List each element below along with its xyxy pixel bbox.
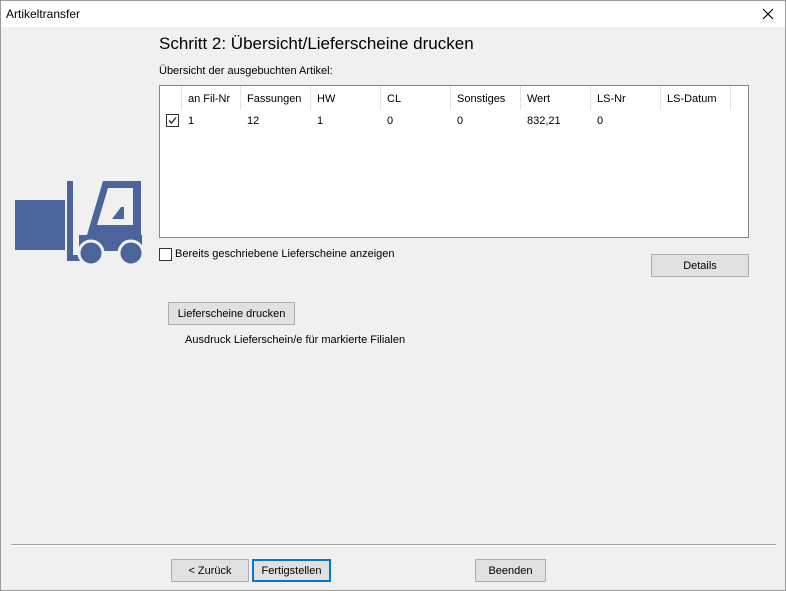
column-header-hw[interactable]: HW (311, 86, 381, 110)
list-header: an Fil-Nr Fassungen HW CL Sonstiges Wert… (160, 86, 748, 110)
forklift-icon (15, 181, 144, 267)
back-button[interactable]: < Zurück (171, 559, 249, 582)
articles-list[interactable]: an Fil-Nr Fassungen HW CL Sonstiges Wert… (159, 85, 749, 238)
print-hint-text: Ausdruck Lieferschein/e für markierte Fi… (185, 334, 406, 346)
cell-cl: 0 (387, 115, 394, 127)
cell-hw: 1 (317, 115, 324, 127)
step-title: Schritt 2: Übersicht/Lieferscheine druck… (159, 34, 474, 53)
cell-ls-nr: 0 (597, 115, 604, 127)
cell-an-fil-nr: 1 (188, 115, 195, 127)
window-title: Artikeltransfer (6, 7, 81, 21)
title-bar: Artikeltransfer (1, 1, 785, 27)
overview-label: Übersicht der ausgebuchten Artikel: (159, 65, 333, 77)
table-row[interactable]: 1 12 1 0 0 832,21 0 (160, 113, 748, 131)
details-button[interactable]: Details (651, 254, 749, 277)
close-icon (762, 8, 774, 20)
dialog-window: Artikeltransfer Schritt 2: Übersicht/Lie… (0, 0, 786, 591)
column-header-ls-datum[interactable]: LS-Datum (661, 86, 731, 110)
cell-sonstiges: 0 (457, 115, 464, 127)
column-header-sonstiges[interactable]: Sonstiges (451, 86, 521, 110)
footer-separator (11, 544, 776, 546)
print-delivery-notes-button[interactable]: Lieferscheine drucken (168, 302, 295, 325)
finish-button[interactable]: Fertigstellen (252, 559, 331, 582)
column-header-wert[interactable]: Wert (521, 86, 591, 110)
checkmark-icon (168, 117, 177, 124)
column-header-cl[interactable]: CL (381, 86, 451, 110)
column-header-ls-nr[interactable]: LS-Nr (591, 86, 661, 110)
column-header-an-fil-nr[interactable]: an Fil-Nr (182, 86, 241, 110)
show-written-label[interactable]: Bereits geschriebene Lieferscheine anzei… (175, 248, 395, 260)
quit-button[interactable]: Beenden (475, 559, 546, 582)
cell-fassungen: 12 (247, 115, 260, 127)
column-header-fassungen[interactable]: Fassungen (241, 86, 311, 110)
column-header-check[interactable] (160, 86, 182, 110)
close-button[interactable] (751, 1, 785, 27)
show-written-checkbox[interactable] (159, 248, 172, 261)
row-checkbox[interactable] (166, 114, 179, 127)
cell-wert: 832,21 (527, 115, 561, 127)
